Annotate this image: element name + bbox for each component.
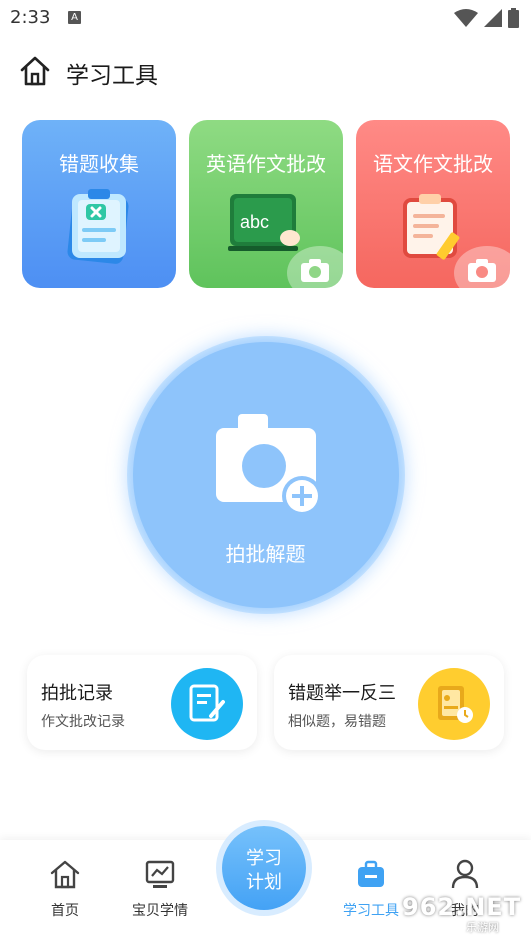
study-plan-line1: 学习 bbox=[246, 848, 282, 869]
user-icon bbox=[451, 859, 479, 889]
watermark: 962.NET 乐游网 bbox=[398, 893, 528, 934]
document-pencil-icon bbox=[403, 194, 460, 260]
card-title: 语文作文批改 bbox=[373, 152, 493, 176]
mistake-practice-card[interactable]: 错题举一反三 相似题，易错题 bbox=[274, 655, 504, 750]
status-bar: 2:33 A bbox=[0, 0, 531, 36]
english-essay-card[interactable]: 英语作文批改 abc bbox=[189, 120, 343, 288]
camera-icon bbox=[301, 259, 329, 282]
camera-plus-icon bbox=[216, 414, 322, 516]
chalkboard-text: abc bbox=[240, 212, 269, 232]
card-subtitle: 作文批改记录 bbox=[41, 714, 125, 730]
page-header: 学习工具 bbox=[0, 48, 531, 94]
study-plan-button[interactable]: 学习 计划 bbox=[222, 826, 306, 910]
card-title: 拍批记录 bbox=[41, 683, 113, 704]
photo-record-card[interactable]: 拍批记录 作文批改记录 bbox=[27, 655, 257, 750]
watermark-text: 962.NET bbox=[402, 893, 522, 921]
page-title: 学习工具 bbox=[66, 63, 158, 89]
card-title: 错题收集 bbox=[59, 152, 139, 176]
monitor-icon bbox=[145, 860, 175, 888]
status-icons bbox=[454, 8, 519, 28]
nav-label: 宝贝学情 bbox=[132, 903, 188, 919]
watermark-sub: 乐游网 bbox=[466, 921, 499, 934]
notebook-clock-icon bbox=[418, 668, 490, 740]
study-plan-line2: 计划 bbox=[246, 872, 282, 893]
notification-icon: A bbox=[68, 11, 81, 24]
card-title: 错题举一反三 bbox=[288, 683, 396, 704]
home-icon[interactable] bbox=[18, 54, 52, 88]
home-icon bbox=[50, 860, 80, 889]
battery-icon bbox=[508, 8, 519, 28]
mistake-collection-card[interactable]: 错题收集 bbox=[22, 120, 176, 288]
status-time: 2:33 bbox=[10, 7, 51, 28]
card-title: 英语作文批改 bbox=[206, 152, 326, 176]
photo-solve-label: 拍批解题 bbox=[225, 542, 306, 566]
clipboard-icon bbox=[67, 189, 129, 264]
record-icon bbox=[171, 668, 243, 740]
nav-item-home[interactable]: 首页 bbox=[20, 858, 110, 920]
nav-label: 首页 bbox=[51, 903, 79, 919]
card-subtitle: 相似题，易错题 bbox=[288, 714, 386, 730]
nav-item-baby-progress[interactable]: 宝贝学情 bbox=[115, 858, 205, 920]
camera-icon bbox=[468, 259, 496, 282]
briefcase-icon bbox=[358, 860, 384, 887]
chalkboard-icon: abc bbox=[228, 192, 304, 262]
chinese-essay-card[interactable]: 语文作文批改 bbox=[356, 120, 510, 288]
wifi-icon bbox=[454, 9, 478, 27]
signal-icon bbox=[484, 9, 502, 27]
